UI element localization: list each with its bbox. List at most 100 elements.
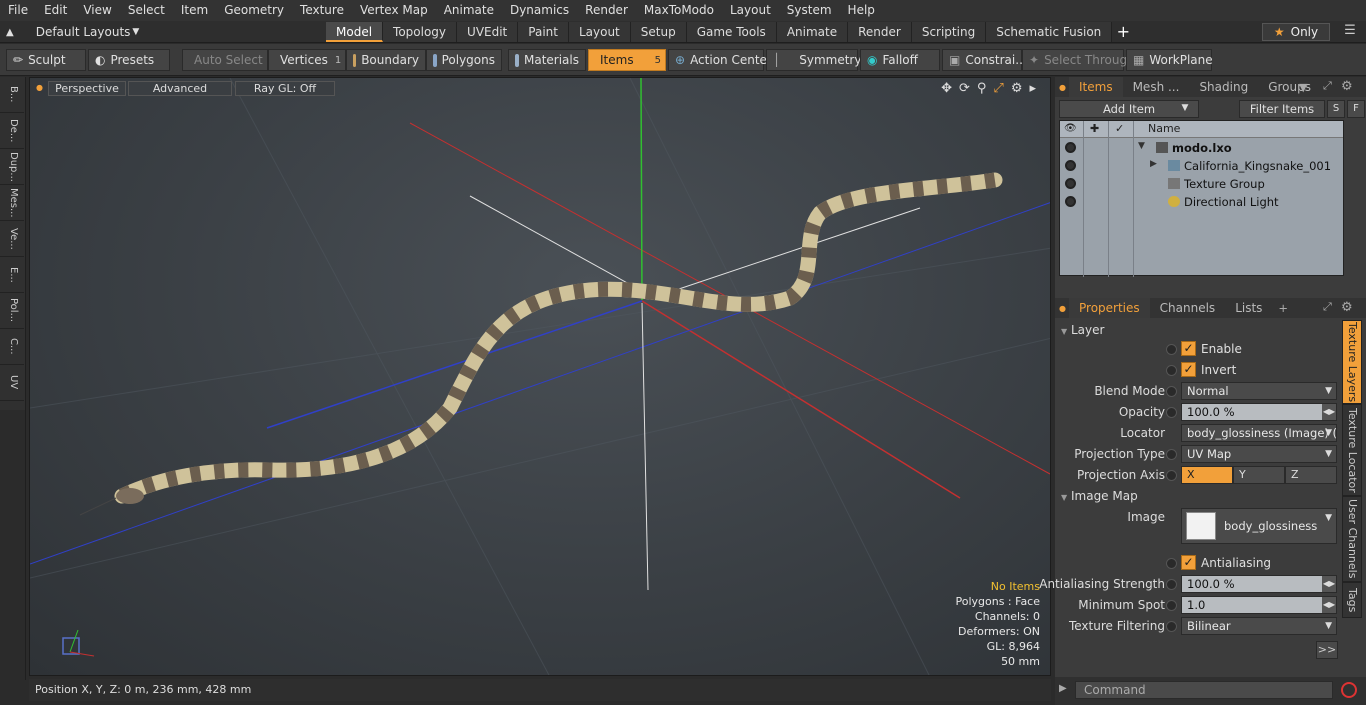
tab-channels[interactable]: Channels (1150, 298, 1226, 318)
item-row-scene[interactable]: ▼ modo.lxo (1060, 139, 1343, 157)
lock-col-icon[interactable]: ✚ (1090, 122, 1099, 135)
tex-filter-select[interactable]: Bilinear ▼ (1181, 617, 1337, 635)
f-button[interactable]: F (1347, 100, 1365, 118)
antialiasing-checkbox[interactable]: ✓ (1181, 555, 1196, 570)
left-tab-deform[interactable]: De... (0, 113, 24, 149)
menu-item[interactable]: Item (173, 0, 216, 21)
menu-file[interactable]: File (0, 0, 36, 21)
opacity-field[interactable]: 100.0 % ◀▶ (1181, 403, 1337, 421)
item-row-directional-light[interactable]: Directional Light (1060, 193, 1343, 211)
tab-setup[interactable]: Setup (630, 22, 687, 42)
filter-items-button[interactable]: Filter Items (1239, 100, 1325, 118)
axis-z-button[interactable]: Z (1285, 466, 1337, 484)
spin-arrows-icon[interactable]: ◀▶ (1322, 576, 1336, 592)
only-button[interactable]: ★ Only (1262, 23, 1330, 41)
tab-texture-layers[interactable]: Texture Layers (1342, 320, 1362, 404)
menu-layout[interactable]: Layout (722, 0, 779, 21)
visibility-eye-icon[interactable] (1065, 160, 1076, 171)
raygl-button[interactable]: Ray GL: Off (235, 81, 335, 96)
popout-icon[interactable]: ⤢ (1323, 300, 1332, 314)
panel-gear-icon[interactable]: ⚙ (1341, 300, 1353, 315)
add-tab-icon[interactable]: + (1112, 22, 1134, 42)
move-view-icon[interactable]: ✥ (941, 81, 952, 96)
action-center-button[interactable]: ⊕ Action Center (668, 49, 772, 71)
tab-model[interactable]: Model (326, 22, 384, 42)
visibility-col-icon[interactable]: 👁 (1064, 123, 1077, 134)
command-input[interactable]: Command (1075, 681, 1333, 699)
menu-vertex-map[interactable]: Vertex Map (352, 0, 436, 21)
layer-section-header[interactable]: ▼ Layer (1061, 323, 1104, 337)
tab-shading[interactable]: Shading (1189, 77, 1258, 97)
invert-anim-dot[interactable] (1166, 365, 1177, 376)
spin-arrows-icon[interactable]: ◀▶ (1322, 597, 1336, 613)
item-row-mesh[interactable]: ▶ California_Kingsnake_001 (1060, 157, 1343, 175)
left-tab-polygon[interactable]: Pol... (0, 293, 24, 329)
tab-lists[interactable]: Lists (1225, 298, 1272, 318)
tex-filter-anim-dot[interactable] (1166, 621, 1177, 632)
items-button[interactable]: Items 5 (588, 49, 666, 71)
tab-groups[interactable]: Groups (1258, 77, 1321, 97)
axis-col-icon[interactable]: ✓ (1115, 122, 1124, 135)
zoom-view-icon[interactable]: ⚲ (977, 81, 987, 96)
name-column-header[interactable]: Name (1148, 122, 1180, 135)
s-button[interactable]: S (1327, 100, 1345, 118)
expand-panel-button[interactable]: >> (1316, 641, 1338, 659)
tab-render[interactable]: Render (848, 22, 912, 42)
symmetry-button[interactable]: │ Symmetry (766, 49, 861, 71)
tab-animate[interactable]: Animate (776, 22, 849, 42)
tab-mesh[interactable]: Mesh ... (1123, 77, 1190, 97)
left-tab-vertex[interactable]: Ve... (0, 221, 24, 257)
add-item-dropdown-icon[interactable]: ▼ (1175, 100, 1195, 118)
axis-x-button[interactable]: X (1181, 466, 1233, 484)
3d-viewport[interactable]: Perspective Advanced Ray GL: Off ● ✥ ⟳ ⚲… (29, 77, 1051, 676)
menu-animate[interactable]: Animate (436, 0, 502, 21)
menu-view[interactable]: View (75, 0, 119, 21)
collapse-triangle-icon[interactable]: ▼ (1138, 141, 1145, 151)
workplane-button[interactable]: ▦ WorkPlane (1126, 49, 1213, 71)
layouts-dropdown[interactable]: ▲ Default Layouts ▼ (6, 23, 139, 41)
image-select[interactable]: body_glossiness ▼ (1181, 508, 1337, 544)
tab-scripting[interactable]: Scripting (911, 22, 987, 42)
settings-gear-icon[interactable]: ⚙ (1011, 81, 1023, 96)
locator-select[interactable]: body_glossiness (Image) (Te ...▼ (1181, 424, 1337, 442)
expand-triangle-icon[interactable]: ▶ (1150, 159, 1157, 169)
antialiasing-anim-dot[interactable] (1166, 558, 1177, 569)
projection-type-anim-dot[interactable] (1166, 449, 1177, 460)
visibility-eye-icon[interactable] (1065, 142, 1076, 153)
auto-select-button[interactable]: Auto Select (182, 49, 268, 71)
rotate-view-icon[interactable]: ⟳ (959, 81, 970, 96)
spin-arrows-icon[interactable]: ◀▶ (1322, 404, 1336, 420)
sculpt-button[interactable]: ✏ Sculpt (6, 49, 86, 71)
menu-render[interactable]: Render (577, 0, 636, 21)
left-tab-basic[interactable]: B... (0, 77, 24, 113)
menu-geometry[interactable]: Geometry (216, 0, 292, 21)
tab-schematic-fusion[interactable]: Schematic Fusion (986, 22, 1113, 42)
visibility-eye-icon[interactable] (1065, 196, 1076, 207)
tabs-dropdown-icon[interactable]: ▼ (1299, 81, 1307, 94)
record-macro-icon[interactable] (1341, 682, 1357, 698)
tab-topology[interactable]: Topology (383, 22, 458, 42)
menu-help[interactable]: Help (840, 0, 883, 21)
layout-menu-icon[interactable]: ☰ (1338, 23, 1362, 41)
tab-properties[interactable]: Properties (1069, 298, 1150, 318)
panel-gear-icon[interactable]: ⚙ (1341, 79, 1353, 94)
view-type-button[interactable]: Perspective (48, 81, 126, 96)
menu-dynamics[interactable]: Dynamics (502, 0, 577, 21)
menu-select[interactable]: Select (120, 0, 173, 21)
projection-axis-anim-dot[interactable] (1166, 470, 1177, 481)
invert-checkbox[interactable]: ✓ (1181, 362, 1196, 377)
blend-mode-anim-dot[interactable] (1166, 386, 1177, 397)
select-through-button[interactable]: ✦ Select Through (1022, 49, 1135, 71)
menu-system[interactable]: System (779, 0, 840, 21)
projection-type-select[interactable]: UV Map ▼ (1181, 445, 1337, 463)
polygons-button[interactable]: Polygons (426, 49, 502, 71)
left-tab-uv[interactable]: UV (0, 365, 24, 401)
tab-layout[interactable]: Layout (568, 22, 631, 42)
maximize-view-icon[interactable]: ⤢ (993, 81, 1003, 96)
constraints-button[interactable]: ▣ Constrai... (942, 49, 1027, 71)
visibility-eye-icon[interactable] (1065, 178, 1076, 189)
enable-anim-dot[interactable] (1166, 344, 1177, 355)
tab-tags[interactable]: Tags (1342, 582, 1362, 618)
materials-button[interactable]: Materials (508, 49, 586, 71)
tab-game-tools[interactable]: Game Tools (686, 22, 777, 42)
